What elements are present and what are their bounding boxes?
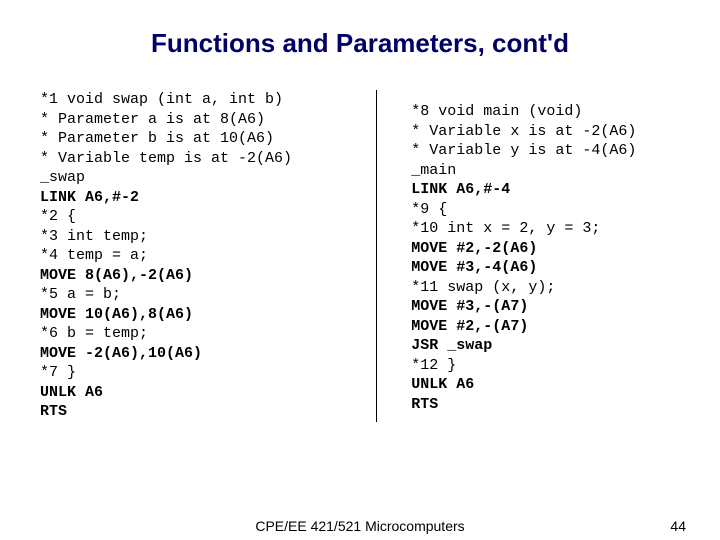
code-line: UNLK A6	[411, 375, 680, 395]
code-line: RTS	[40, 402, 366, 422]
code-line: * Variable x is at -2(A6)	[411, 122, 680, 142]
code-line: RTS	[411, 395, 680, 415]
footer-center-text: CPE/EE 421/521 Microcomputers	[0, 518, 720, 534]
code-line: * Parameter a is at 8(A6)	[40, 110, 366, 130]
code-line: *3 int temp;	[40, 227, 366, 247]
code-line: * Parameter b is at 10(A6)	[40, 129, 366, 149]
code-line: *1 void swap (int a, int b)	[40, 90, 366, 110]
right-code-column: *8 void main (void)* Variable x is at -2…	[377, 90, 680, 422]
page-number: 44	[670, 518, 686, 534]
code-line: MOVE 8(A6),-2(A6)	[40, 266, 366, 286]
code-line: JSR _swap	[411, 336, 680, 356]
code-line: MOVE #3,-4(A6)	[411, 258, 680, 278]
code-line: UNLK A6	[40, 383, 366, 403]
slide-title: Functions and Parameters, cont'd	[0, 28, 720, 59]
code-line: MOVE #2,-2(A6)	[411, 239, 680, 259]
code-line: *10 int x = 2, y = 3;	[411, 219, 680, 239]
code-line: MOVE 10(A6),8(A6)	[40, 305, 366, 325]
code-line: *11 swap (x, y);	[411, 278, 680, 298]
left-code-column: *1 void swap (int a, int b)* Parameter a…	[40, 90, 377, 422]
code-line: *7 }	[40, 363, 366, 383]
code-line: *4 temp = a;	[40, 246, 366, 266]
slide: Functions and Parameters, cont'd *1 void…	[0, 0, 720, 540]
code-line: *6 b = temp;	[40, 324, 366, 344]
code-line: *12 }	[411, 356, 680, 376]
code-line: *2 {	[40, 207, 366, 227]
code-line: _swap	[40, 168, 366, 188]
code-line: LINK A6,#-2	[40, 188, 366, 208]
code-line: *8 void main (void)	[411, 102, 680, 122]
code-columns: *1 void swap (int a, int b)* Parameter a…	[40, 90, 680, 422]
code-line: MOVE -2(A6),10(A6)	[40, 344, 366, 364]
code-line: * Variable y is at -4(A6)	[411, 141, 680, 161]
code-line: MOVE #3,-(A7)	[411, 297, 680, 317]
code-line: _main	[411, 161, 680, 181]
code-line: * Variable temp is at -2(A6)	[40, 149, 366, 169]
code-line: MOVE #2,-(A7)	[411, 317, 680, 337]
code-line: *5 a = b;	[40, 285, 366, 305]
code-line: LINK A6,#-4	[411, 180, 680, 200]
code-line: *9 {	[411, 200, 680, 220]
